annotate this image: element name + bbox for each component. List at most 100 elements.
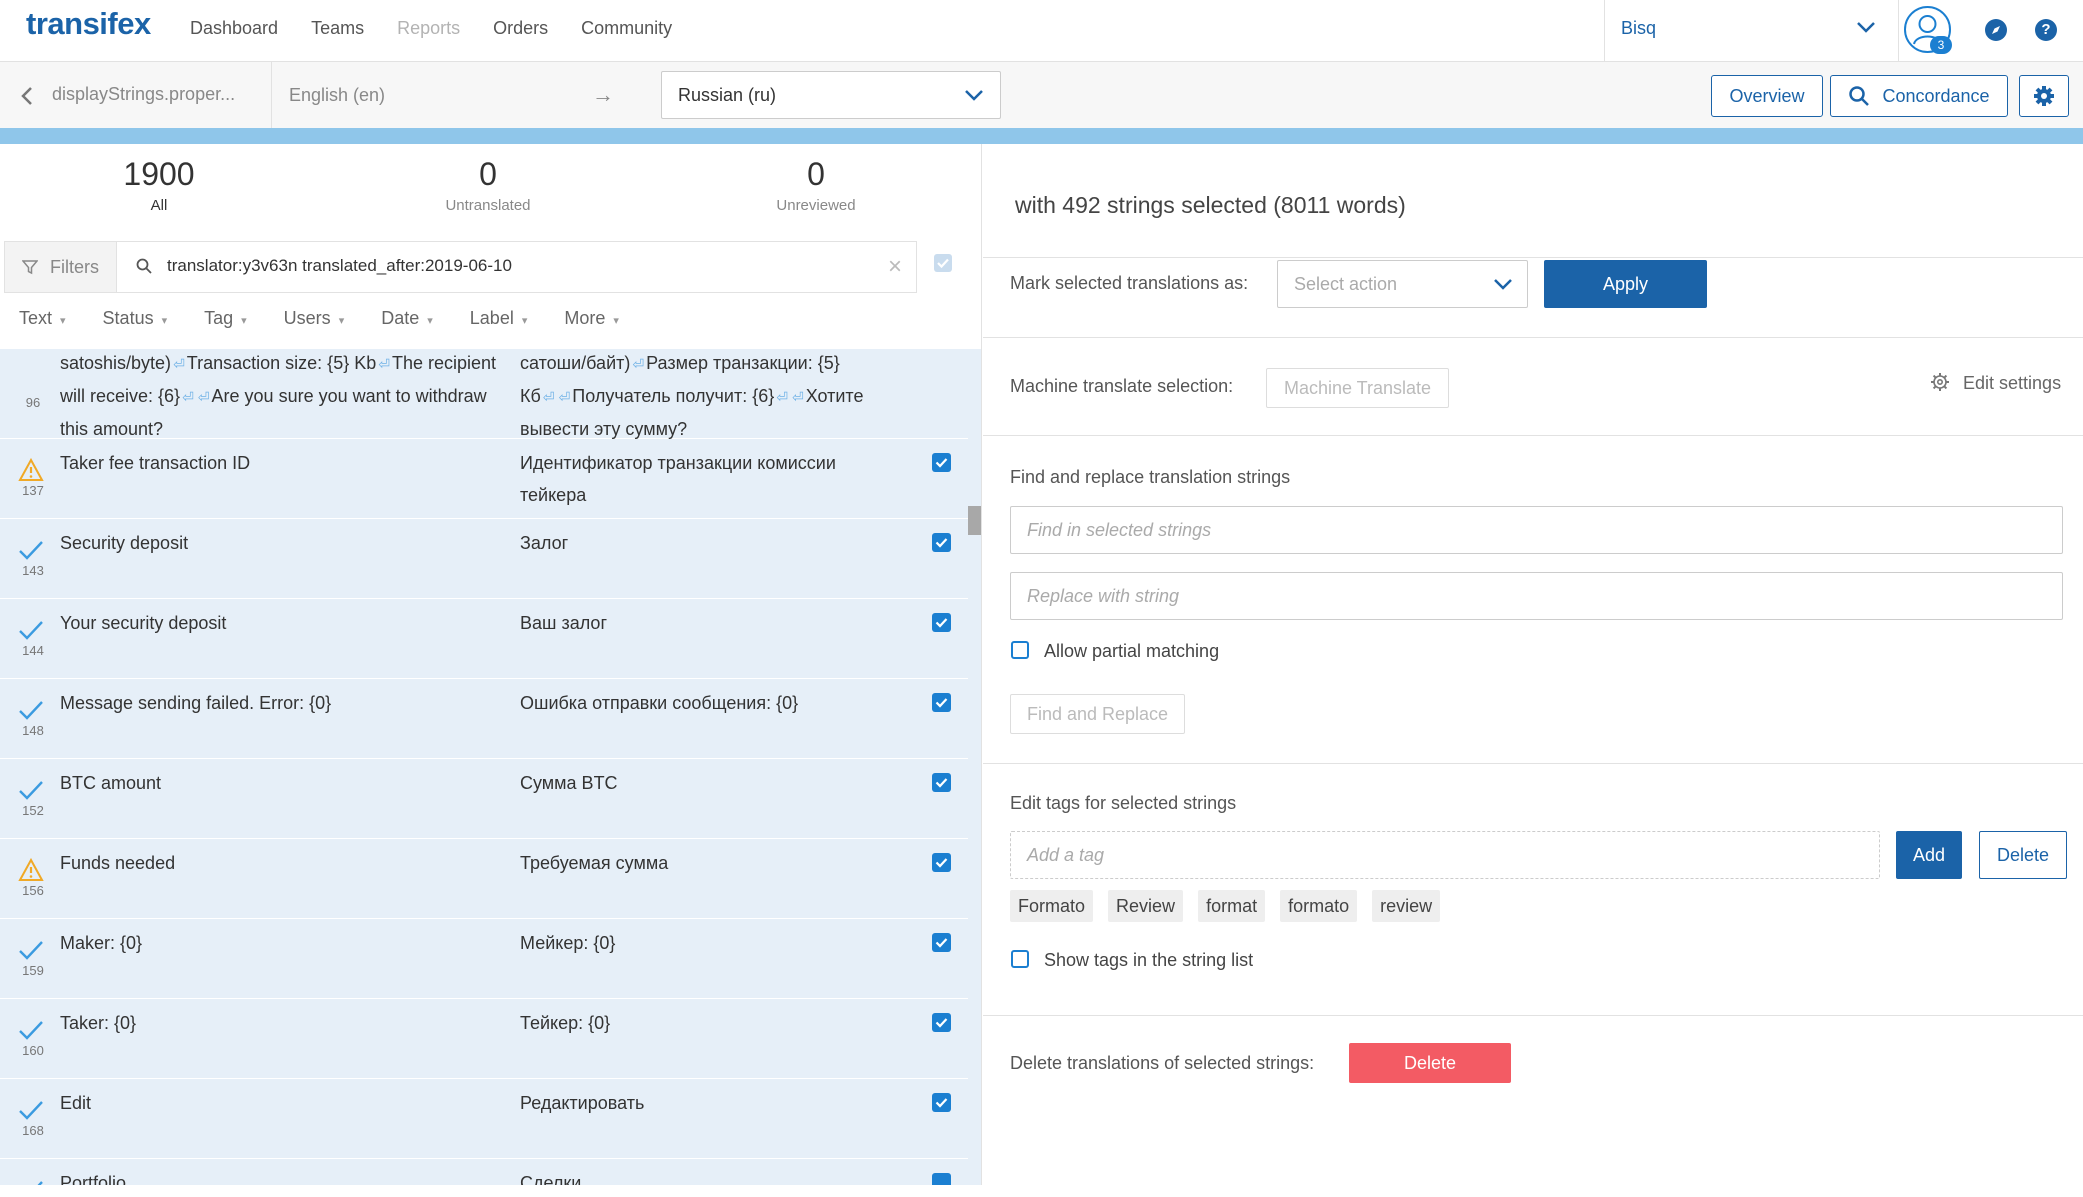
source-string: Security deposit xyxy=(60,533,189,553)
tag-chip[interactable]: Review xyxy=(1108,890,1184,922)
string-row[interactable]: 160 Taker: {0} Тейкер: {0} xyxy=(0,999,968,1079)
select-all-checkbox[interactable] xyxy=(934,254,952,272)
string-list-panel: 1900 All 0 Untranslated 0 Unreviewed Fil… xyxy=(0,144,982,1185)
find-and-replace-button[interactable]: Find and Replace xyxy=(1010,694,1185,734)
string-row[interactable]: Portfolio Сделки xyxy=(0,1159,968,1185)
stat-all[interactable]: 1900 All xyxy=(59,156,259,214)
check-icon xyxy=(935,458,948,468)
reviewed-check-icon xyxy=(19,621,43,640)
replace-input[interactable]: Replace with string xyxy=(1010,572,2063,620)
filter-text[interactable]: Text ▾ xyxy=(19,308,66,329)
tag-chip[interactable]: formato xyxy=(1280,890,1358,922)
filter-date[interactable]: Date ▾ xyxy=(381,308,433,329)
delete-translations-button[interactable]: Delete xyxy=(1349,1043,1511,1083)
source-string: Edit xyxy=(60,1093,92,1113)
row-checkbox[interactable] xyxy=(932,533,951,552)
row-checkbox[interactable] xyxy=(932,1173,951,1185)
gear-icon xyxy=(1931,373,1949,391)
concordance-button[interactable]: Concordance xyxy=(1830,75,2008,117)
show-tags-label: Show tags in the string list xyxy=(1044,950,1254,970)
string-row[interactable]: 96 satoshis/byte) ⏎ Transaction size: {5} … xyxy=(0,349,968,439)
string-row[interactable]: 159 Maker: {0} Мейкер: {0} xyxy=(0,919,968,999)
transifex-logo[interactable]: transifex xyxy=(26,6,151,42)
divider xyxy=(983,257,2083,258)
row-checkbox[interactable] xyxy=(932,773,951,792)
newline-icon: ⏎ xyxy=(558,389,571,405)
translation-string: Ошибка отправки сообщения: {0} xyxy=(520,693,799,713)
row-checkbox[interactable] xyxy=(932,453,951,472)
string-row[interactable]: 143 Security deposit Залог xyxy=(0,519,968,599)
arrow-right-icon: → xyxy=(592,82,614,107)
divider xyxy=(983,435,2083,436)
apply-button[interactable]: Apply xyxy=(1544,260,1707,308)
nav-dashboard[interactable]: Dashboard xyxy=(190,18,278,39)
stat-unreviewed-label: Unreviewed xyxy=(776,197,856,214)
row-checkbox[interactable] xyxy=(932,613,951,632)
filter-label[interactable]: Label ▾ xyxy=(470,308,528,329)
check-icon xyxy=(937,258,949,269)
find-input[interactable]: Find in selected strings xyxy=(1010,506,2063,554)
edit-settings-link[interactable]: Edit settings xyxy=(1930,372,2061,394)
filter-tag[interactable]: Tag ▾ xyxy=(204,308,247,329)
organization-switcher[interactable]: Bisq xyxy=(1604,0,1899,62)
compass-icon[interactable] xyxy=(1985,19,2007,41)
string-row[interactable]: 137 Taker fee transaction ID Идентификат… xyxy=(0,439,968,519)
translation-string: Сделки xyxy=(520,1173,582,1185)
add-tag-button[interactable]: Add xyxy=(1896,831,1962,879)
nav-community[interactable]: Community xyxy=(581,18,672,39)
filter-status[interactable]: Status ▾ xyxy=(103,308,168,329)
row-checkbox[interactable] xyxy=(932,1013,951,1032)
add-tag-input[interactable]: Add a tag xyxy=(1010,831,1880,879)
search-icon xyxy=(136,258,152,274)
string-number: 96 xyxy=(25,395,41,410)
warning-icon xyxy=(18,858,44,881)
overview-button[interactable]: Overview xyxy=(1711,75,1823,117)
string-row[interactable]: 148 Message sending failed. Error: {0} О… xyxy=(0,679,968,759)
delete-tag-button[interactable]: Delete xyxy=(1979,831,2067,879)
machine-translate-button[interactable]: Machine Translate xyxy=(1266,368,1449,408)
nav-orders[interactable]: Orders xyxy=(493,18,548,39)
row-checkbox[interactable] xyxy=(932,1093,951,1112)
filter-users[interactable]: Users ▾ xyxy=(284,308,345,329)
row-checkbox[interactable] xyxy=(932,853,951,872)
string-row[interactable]: 168 Edit Редактировать xyxy=(0,1079,968,1159)
string-row[interactable]: 144 Your security deposit Ваш залог xyxy=(0,599,968,679)
search-query-input[interactable]: translator:y3v63n translated_after:2019-… xyxy=(167,256,512,276)
show-tags-checkbox[interactable] xyxy=(1011,950,1029,968)
select-action-dropdown[interactable]: Select action xyxy=(1277,260,1528,308)
list-scrollbar-thumb[interactable] xyxy=(968,506,981,535)
source-string: Taker: {0} xyxy=(60,1013,137,1033)
language-bar: displayStrings.proper... English (en) → … xyxy=(0,62,2083,128)
delete-translations-label-text: Delete xyxy=(1403,1052,1457,1073)
stat-untranslated[interactable]: 0 Untranslated xyxy=(388,156,588,214)
tag-chip[interactable]: format xyxy=(1198,890,1266,922)
translation-string: Сумма BTC xyxy=(520,773,618,793)
organization-name: Bisq xyxy=(1621,18,1657,38)
bulk-actions-panel: with 492 strings selected (8011 words) M… xyxy=(983,144,2083,1185)
settings-button[interactable] xyxy=(2019,75,2069,117)
newline-icon: ⏎ xyxy=(182,389,194,405)
back-chevron-icon[interactable] xyxy=(20,86,34,106)
filter-more[interactable]: More ▾ xyxy=(564,308,619,329)
string-row[interactable]: 152 BTC amount Сумма BTC xyxy=(0,759,968,839)
delete-tag-label: Delete xyxy=(1996,844,2050,865)
clear-search-icon[interactable]: × xyxy=(888,253,902,281)
row-checkbox[interactable] xyxy=(932,693,951,712)
row-checkbox[interactable] xyxy=(932,933,951,952)
stat-unreviewed-count: 0 xyxy=(807,156,825,192)
tag-chip[interactable]: Formato xyxy=(1010,890,1094,922)
newline-icon: ⏎ xyxy=(542,389,555,405)
resource-file-name[interactable]: displayStrings.proper... xyxy=(52,84,235,105)
help-icon[interactable]: ? xyxy=(2035,19,2057,41)
allow-partial-matching-checkbox[interactable] xyxy=(1011,641,1029,659)
caret-down-icon: ▾ xyxy=(60,315,66,327)
translation-string: Залог xyxy=(520,533,569,553)
string-row[interactable]: 156 Funds needed Требуемая сумма xyxy=(0,839,968,919)
stat-unreviewed[interactable]: 0 Unreviewed xyxy=(716,156,916,214)
nav-reports[interactable]: Reports xyxy=(397,18,460,39)
nav-teams[interactable]: Teams xyxy=(311,18,364,39)
stat-untranslated-label: Untranslated xyxy=(445,197,531,214)
tag-chip[interactable]: review xyxy=(1372,890,1441,922)
target-language-select[interactable]: Russian (ru) xyxy=(661,71,1001,119)
filters-button[interactable]: Filters xyxy=(5,242,117,292)
